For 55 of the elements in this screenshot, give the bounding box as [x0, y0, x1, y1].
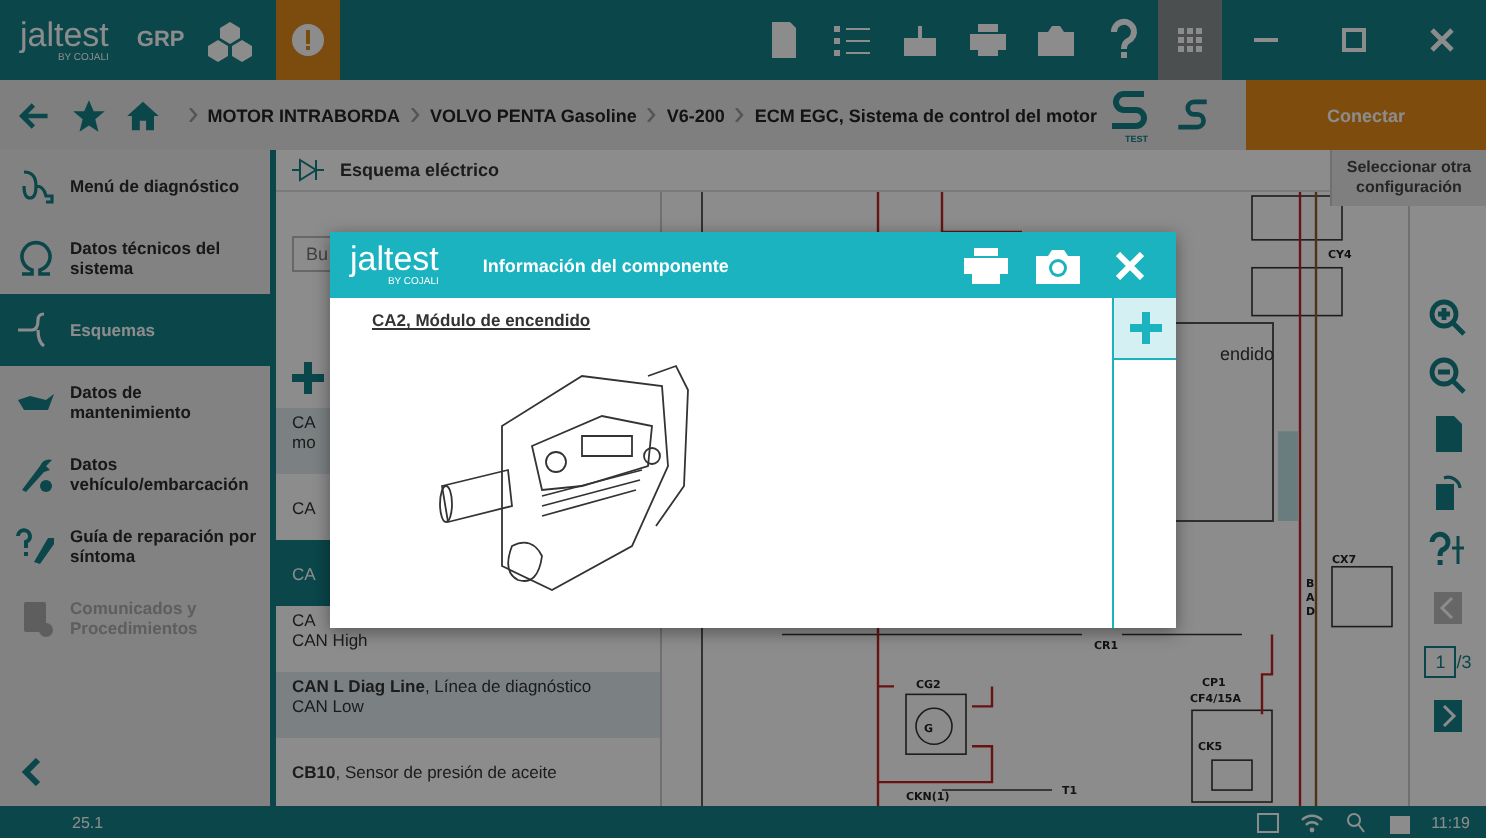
sidebar-item[interactable]: Datos técnicos del sistema	[0, 222, 270, 294]
breadcrumb-item[interactable]: MOTOR INTRABORDA	[207, 105, 401, 125]
clock-time: 11:19	[1431, 813, 1470, 831]
component-name: CA2, Módulo de encendido	[372, 310, 591, 330]
sidebar-item[interactable]: Datos de mantenimiento	[0, 366, 270, 438]
panel-title: Esquema eléctrico	[340, 160, 500, 180]
vehicle-icon	[16, 454, 56, 494]
close-icon	[1116, 251, 1144, 279]
dialog-title: Información del componente	[482, 255, 731, 275]
cubes-icon[interactable]	[208, 18, 253, 62]
zoom-out-icon[interactable]	[1428, 356, 1468, 396]
previous-page-icon[interactable]	[1428, 588, 1468, 628]
repair-icon	[16, 526, 56, 566]
collapse-chevron-icon[interactable]	[20, 758, 44, 786]
sidebar-item[interactable]: Esquemas	[0, 294, 270, 366]
print-icon[interactable]	[966, 18, 1010, 62]
sidebar-item[interactable]: Menú de diagnóstico	[0, 150, 270, 222]
sidebar-item[interactable]: Datos vehículo/embarcación	[0, 438, 270, 510]
alert-button[interactable]	[276, 0, 341, 80]
highlighted-component	[1278, 431, 1298, 521]
component-row[interactable]: CB10, Sensor de presión de aceite	[276, 738, 660, 804]
apps-button[interactable]	[1158, 0, 1222, 80]
print-icon	[964, 247, 1008, 283]
breadcrumb-item[interactable]: ECM EGC, Sistema de control del motor	[754, 105, 1097, 125]
close-icon	[1430, 28, 1454, 52]
version-label: 25.1	[72, 813, 104, 831]
logo-text: jaltest	[20, 17, 109, 51]
exclamation-icon	[292, 24, 325, 56]
maximize-icon	[1342, 28, 1366, 52]
page-field[interactable]: 1	[1424, 646, 1457, 678]
chevron-icon	[410, 108, 421, 122]
search-icon[interactable]	[1343, 811, 1368, 833]
grid-icon	[1178, 28, 1202, 52]
next-page-icon[interactable]	[1428, 696, 1468, 736]
select-configuration-button[interactable]: Seleccionar otra configuración	[1330, 150, 1486, 206]
breadcrumb-item[interactable]: V6-200	[666, 105, 725, 125]
component-row[interactable]: CAN L Diag Line, Línea de diagnóstico CAN Low	[276, 672, 660, 738]
camera-icon	[1036, 247, 1080, 283]
diode-icon	[292, 158, 324, 182]
chevron-icon	[734, 108, 745, 122]
technical-icon	[16, 238, 56, 278]
sidebar-item[interactable]: Guía de reparación por síntoma	[0, 510, 270, 582]
plus-icon	[1129, 312, 1161, 344]
chevron-icon	[187, 108, 198, 122]
chevron-icon	[646, 108, 657, 122]
breadcrumb-item[interactable]: VOLVO PENTA Gasoline	[430, 105, 637, 125]
mode-label: GRP	[134, 28, 187, 52]
logo-text: jaltest	[350, 242, 439, 276]
zoom-in-icon[interactable]	[1428, 298, 1468, 338]
add-tab[interactable]	[1114, 298, 1176, 360]
question-icon[interactable]	[1428, 530, 1468, 570]
diagnosis-icon	[16, 166, 56, 206]
wifi-icon[interactable]	[1299, 811, 1324, 833]
plus-icon[interactable]	[292, 362, 324, 394]
page-total: /3	[1456, 652, 1472, 672]
